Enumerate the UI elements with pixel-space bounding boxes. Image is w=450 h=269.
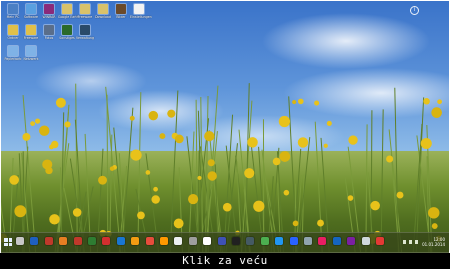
volume-icon[interactable] xyxy=(415,240,418,244)
desktop-icon[interactable]: Freeware xyxy=(22,25,40,40)
desktop-icon-label: Sonstiges xyxy=(59,36,75,40)
taskbar-app-button[interactable] xyxy=(145,237,154,245)
taskbar-app-button[interactable] xyxy=(289,237,298,245)
taskbar-app-button[interactable] xyxy=(318,237,327,245)
desktop-icon-image xyxy=(8,25,18,35)
desktop-icon-label: Papierkorb xyxy=(4,57,22,61)
clock[interactable]: 12:00 01.01.2014 xyxy=(422,237,445,247)
taskbar-app-button[interactable] xyxy=(188,237,197,245)
desktop-icon[interactable]: Einstellungen xyxy=(130,4,152,19)
desktop-icon[interactable]: Download xyxy=(94,4,112,19)
desktop-icon-image xyxy=(134,4,144,14)
desktop-icon-image xyxy=(62,25,72,35)
taskbar-app-button[interactable] xyxy=(59,237,68,245)
start-button[interactable] xyxy=(4,238,12,246)
screenshot-frame: Mein PC Software WINRAR Google Earth Freewar… xyxy=(0,0,450,253)
desktop-icon[interactable]: Software xyxy=(22,4,40,19)
taskbar-app-button[interactable] xyxy=(347,237,356,245)
taskbar-app-button[interactable] xyxy=(376,237,384,245)
arrow-up-icon[interactable] xyxy=(403,240,406,244)
taskbar-app-button[interactable] xyxy=(73,237,82,245)
taskbar-app-button[interactable] xyxy=(30,237,39,245)
caption[interactable]: Klik za veću xyxy=(0,253,450,269)
desktop-icon-image xyxy=(44,25,54,35)
wallpaper-flowers xyxy=(1,83,442,252)
desktop-icon[interactable]: Freeware xyxy=(76,4,94,19)
desktop-icon-label: Bilder xyxy=(116,15,126,19)
desktop-icon-label: Freeware xyxy=(77,15,93,19)
desktop-icon[interactable]: Fotos xyxy=(40,25,58,40)
taskbar-app-button[interactable] xyxy=(16,237,24,245)
taskbar-app-button[interactable] xyxy=(131,237,140,245)
desktop-icon-label: Fotos xyxy=(44,36,54,40)
desktop-icon[interactable]: WINRAR xyxy=(40,4,58,19)
desktop-icon[interactable]: Google Earth xyxy=(58,4,79,19)
desktop-icon-image xyxy=(80,25,90,35)
taskbar-app-button[interactable] xyxy=(304,237,312,245)
desktop[interactable]: Mein PC Software WINRAR Google Earth Freewar… xyxy=(1,1,449,252)
desktop-icon-image xyxy=(62,4,72,14)
taskbar-app-button[interactable] xyxy=(332,237,341,245)
taskbar-app-button[interactable] xyxy=(232,237,240,245)
taskbar-app-button[interactable] xyxy=(203,237,212,245)
desktop-icon-label: Ordner xyxy=(7,36,19,40)
desktop-icon[interactable]: Verwaltung xyxy=(76,25,94,40)
taskbar-app-button[interactable] xyxy=(160,237,168,245)
desktop-icon[interactable]: Netzwerk xyxy=(22,46,40,61)
taskbar-app-button[interactable] xyxy=(174,237,183,245)
taskbar-app-button[interactable] xyxy=(88,237,96,245)
taskbar-app-button[interactable] xyxy=(361,237,370,245)
desktop-icon[interactable]: Sonstiges xyxy=(58,25,76,40)
taskbar-app-button[interactable] xyxy=(260,237,269,245)
desktop-icon[interactable]: Mein PC xyxy=(4,4,22,19)
info-icon[interactable]: i xyxy=(410,6,419,15)
desktop-icon-image xyxy=(98,4,108,14)
desktop-icon-label: Software xyxy=(23,15,39,19)
taskbar-app-button[interactable] xyxy=(102,237,111,245)
desktop-icon-label: Netzwerk xyxy=(23,57,39,61)
desktop-icon-image xyxy=(26,25,36,35)
desktop-icon[interactable]: Ordner xyxy=(4,25,22,40)
desktop-icon-image xyxy=(8,46,18,56)
taskbar-app-button[interactable] xyxy=(275,237,284,245)
desktop-icon[interactable]: Bilder xyxy=(112,4,130,19)
windows-logo-icon xyxy=(4,238,8,242)
desktop-icon-image xyxy=(116,4,126,14)
desktop-icon-label: Google Earth xyxy=(58,15,79,19)
desktop-icon-image xyxy=(8,4,18,14)
desktop-icon-image xyxy=(80,4,90,14)
desktop-icon-label: WINRAR xyxy=(42,15,56,19)
clock-date: 01.01.2014 xyxy=(422,242,445,247)
taskbar-app-button[interactable] xyxy=(246,237,255,245)
network-icon[interactable] xyxy=(409,240,412,244)
system-tray: 12:00 01.01.2014 xyxy=(399,235,445,251)
desktop-icon-label: Download xyxy=(95,15,111,19)
desktop-icon-image xyxy=(26,4,36,14)
taskbar: 12:00 01.01.2014 xyxy=(1,232,449,253)
taskbar-app-button[interactable] xyxy=(44,237,53,245)
desktop-icon-label: Freeware xyxy=(23,36,39,40)
taskbar-app-button[interactable] xyxy=(217,237,226,245)
desktop-icon[interactable]: Papierkorb xyxy=(4,46,22,61)
taskbar-app-button[interactable] xyxy=(116,237,125,245)
desktop-icon-image xyxy=(26,46,36,56)
desktop-icon-image xyxy=(44,4,54,14)
desktop-icon-label: Mein PC xyxy=(6,15,20,19)
desktop-icon-label: Einstellungen xyxy=(130,15,152,19)
desktop-icon-label: Verwaltung xyxy=(76,36,94,40)
